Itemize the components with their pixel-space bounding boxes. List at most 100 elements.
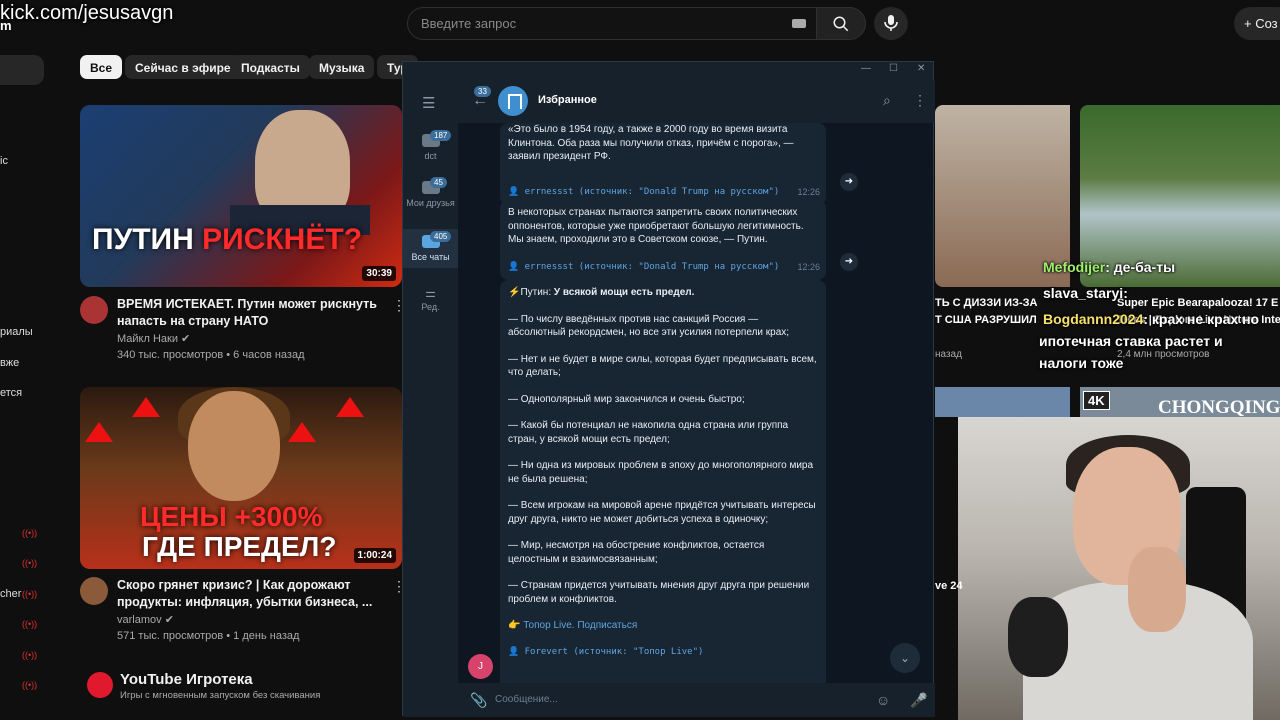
message-source[interactable]: 👤 errnessst (источник: "Donald Trump на … [508, 261, 818, 275]
verified-icon: ✔ [164, 614, 174, 626]
video-title[interactable]: ТЬ С ДИЗЗИ ИЗ-ЗА [935, 297, 1037, 309]
message-input[interactable]: Сообщение... [495, 694, 558, 705]
video-meta: 2,4 млн просмотров [1117, 349, 1210, 360]
thumbnail-caption: CHONGQING [1158, 397, 1280, 418]
microphone-icon[interactable]: 🎤 [910, 692, 927, 709]
avatar[interactable] [80, 296, 108, 324]
search-icon[interactable]: ⌕ [883, 92, 891, 109]
message-list[interactable]: «Это было в 1954 году, а также в 2000 го… [458, 123, 935, 683]
video-title[interactable]: ve 24 [935, 580, 963, 592]
section-title[interactable]: YouTube Игротека [120, 671, 253, 688]
live-icon: ((•)) [22, 619, 38, 629]
message-lead: ⚡Путин: У всякой мощи есть предел. [508, 287, 695, 298]
stream-url: kick.com/jesusavgn [0, 2, 174, 24]
minimize-icon[interactable]: — [861, 63, 871, 74]
chat-message: slava_staryi: [1043, 285, 1128, 301]
sidebar-item-label[interactable]: вже [0, 357, 19, 369]
emoji-icon[interactable]: ☺ [876, 692, 890, 708]
message-bubble[interactable]: В некоторых странах пытаются запретить с… [500, 200, 826, 280]
unread-badge: 33 [474, 86, 491, 97]
video-title[interactable]: Т США РАЗРУШИЛ [935, 314, 1037, 326]
folder-friends[interactable]: 45 Мои друзья [403, 177, 458, 208]
sidebar-item-active[interactable] [0, 55, 44, 85]
sidebar-item-label[interactable]: ется [0, 387, 22, 399]
scroll-down-button[interactable]: ⌄ [890, 643, 920, 673]
video-meta: 340 тыс. просмотров • 6 часов назад [117, 349, 305, 361]
live-icon: ((•)) [22, 680, 38, 690]
channel-link[interactable]: 👉 Топор Live. Подписаться [508, 619, 818, 633]
menu-icon[interactable]: ☰ [422, 94, 435, 112]
message-paragraph: — Однополярный мир закончился и очень бы… [508, 393, 745, 405]
portrait [188, 391, 280, 501]
streamer-hand [1128, 547, 1186, 632]
message-paragraph: — Всем игрокам на мировой арене придётся… [508, 500, 816, 525]
message-source[interactable]: 👤 Forevert (источник: "Топор Live") [508, 646, 818, 660]
keyboard-icon[interactable] [792, 19, 806, 28]
video-meta: 571 тыс. просмотров • 1 день назад [117, 630, 300, 642]
sliders-icon: ⚌ [425, 286, 436, 300]
message-source[interactable]: 👤 errnessst (источник: "Donald Trump на … [508, 186, 818, 200]
search-button[interactable] [816, 7, 866, 40]
video-title[interactable]: ВРЕМЯ ИСТЕКАЕТ. Путин может рискнуть нап… [117, 296, 387, 330]
thumbnail-caption: ГДЕ ПРЕДЕЛ? [142, 531, 337, 562]
sidebar-item-label[interactable]: ic [0, 155, 8, 167]
chat-message: Mefodijer: де-ба-ты [1043, 259, 1176, 275]
sidebar-item-label[interactable]: cher [0, 588, 21, 600]
maximize-icon[interactable]: ☐ [889, 63, 898, 74]
folder-all-chats[interactable]: 405 Все чаты [403, 229, 458, 268]
video-title[interactable]: Скоро грянет кризис? | Как дорожают прод… [117, 577, 387, 611]
arrow-up-icon [288, 422, 316, 442]
message-paragraph: — Какой бы потенциал не накопила одна ст… [508, 420, 789, 445]
search-input[interactable]: Введите запрос [407, 7, 817, 40]
more-options-icon[interactable]: ⋮ [913, 92, 927, 109]
message-text: В некоторых странах пытаются запретить с… [508, 207, 804, 245]
message-paragraph: — Мир, несмотря на обострение конфликтов… [508, 540, 765, 565]
chat-message: ипотечная ставка растет и [1039, 333, 1223, 349]
telegram-window: — ☐ ✕ ☰ 187 dct 45 Мои друзья 405 Все чаты … [402, 61, 935, 717]
attach-icon[interactable]: 📎 [470, 692, 487, 709]
message-bubble[interactable]: «Это было в 1954 году, а также в 2000 го… [500, 123, 826, 205]
chip-live[interactable]: Сейчас в эфире [125, 55, 241, 79]
video-duration: 1:00:24 [353, 548, 396, 563]
close-icon[interactable]: ✕ [917, 63, 925, 74]
channel-name[interactable]: Майкл Наки ✔ [117, 332, 190, 345]
search-placeholder: Введите запрос [421, 16, 517, 31]
message-bubble[interactable]: ⚡Путин: У всякой мощи есть предел. — По … [500, 280, 826, 683]
webcam-feed [958, 417, 1280, 720]
message-composer: 📎 Сообщение... ☺ 🎤 [458, 683, 935, 717]
bookmark-icon [498, 86, 528, 116]
message-paragraph: — Странам придется учитывать мнения друг… [508, 580, 810, 605]
folder-edit[interactable]: ⚌ Ред. [403, 286, 458, 312]
chip-music[interactable]: Музыка [309, 55, 375, 79]
video-meta: назад [935, 349, 962, 360]
chip-podcasts[interactable]: Подкасты [231, 55, 310, 79]
forward-icon[interactable]: ➜ [840, 173, 858, 191]
microphone [1008, 597, 1068, 677]
message-text: «Это было в 1954 году, а также в 2000 го… [508, 124, 794, 162]
window-titlebar: — ☐ ✕ [403, 62, 933, 80]
create-button[interactable]: + Соз [1234, 7, 1280, 40]
chat-title[interactable]: Избранное [538, 94, 597, 106]
forward-icon[interactable]: ➜ [840, 253, 858, 271]
video-title[interactable]: Super Epic Bearapalooza! 17 E [1117, 297, 1278, 309]
video-thumbnail[interactable]: ЦЕНЫ +300% ГДЕ ПРЕДЕЛ? 1:00:24 [80, 387, 402, 569]
sidebar-item-label[interactable]: риалы [0, 326, 33, 338]
message-time: 12:26 [797, 261, 820, 272]
live-icon: ((•)) [22, 650, 38, 660]
voice-search-button[interactable] [874, 7, 908, 40]
search-icon [833, 16, 849, 32]
arrow-up-icon [336, 397, 364, 417]
arrow-up-icon [85, 422, 113, 442]
avatar[interactable] [80, 577, 108, 605]
message-paragraph: — Нет и не будет в мире силы, которая бу… [508, 353, 817, 379]
channel-name[interactable]: varlamov ✔ [117, 613, 174, 626]
folder-sidebar: ☰ 187 dct 45 Мои друзья 405 Все чаты ⚌ Ред. [403, 80, 458, 717]
stream-url-fragment: m [0, 18, 12, 33]
message-paragraph: — По числу введённых против нас санкций … [508, 313, 790, 339]
folder-dct[interactable]: 187 dct [403, 130, 458, 161]
video-thumbnail[interactable]: ПУТИН РИСКНЁТ? 30:39 [80, 105, 402, 287]
chip-all[interactable]: Все [80, 55, 123, 79]
thumbnail-caption: ПУТИН РИСКНЁТ? [92, 223, 363, 256]
sender-avatar[interactable]: J [468, 654, 493, 679]
video-thumbnail[interactable] [935, 387, 1070, 417]
